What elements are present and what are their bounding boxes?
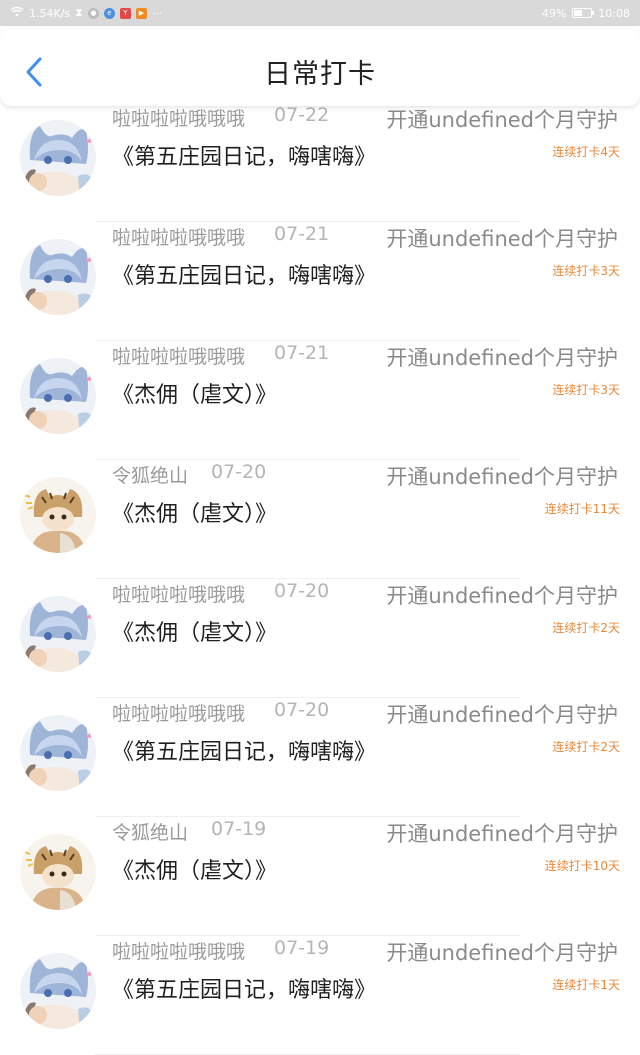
- avatar[interactable]: [20, 715, 96, 791]
- avatar[interactable]: [20, 834, 96, 910]
- checkin-date: 07-21: [274, 223, 330, 245]
- red-app-notification-icon: Y: [119, 7, 131, 19]
- guard-text: 开通undefined个月守护: [386, 703, 618, 727]
- avatar[interactable]: [20, 239, 96, 315]
- diary-title[interactable]: 《第五庄园日记，嗨嗐嗨》: [112, 734, 376, 766]
- checkin-date: 07-20: [274, 580, 330, 602]
- avatar[interactable]: [20, 120, 96, 196]
- streak-badge: 连续打卡4天: [552, 145, 620, 159]
- user-name[interactable]: 啦啦啦啦哦哦哦: [112, 699, 245, 726]
- user-name[interactable]: 令狐绝山: [112, 461, 188, 488]
- guard-text: 开通undefined个月守护: [386, 941, 618, 965]
- wifi-icon: [10, 6, 24, 20]
- guard-text: 开通undefined个月守护: [386, 108, 618, 132]
- avatar[interactable]: [20, 953, 96, 1029]
- checkin-date: 07-21: [274, 342, 330, 364]
- play-app-notification-icon: ▶: [135, 7, 147, 19]
- browser-notification-icon: e: [103, 7, 115, 19]
- row-divider: [95, 459, 520, 460]
- checkin-date: 07-19: [274, 937, 330, 959]
- user-name[interactable]: 啦啦啦啦哦哦哦: [112, 342, 245, 369]
- row-divider: [95, 935, 520, 936]
- checkin-row[interactable]: 啦啦啦啦哦哦哦 07-20 《第五庄园日记，嗨嗐嗨》 开通undefined个月守护连…: [0, 699, 640, 817]
- status-bar: 1.54K/s ⧗ ● e Y ▶ ··· 49% 10:08: [0, 0, 640, 26]
- diary-title[interactable]: 《杰佣（虐文）》: [112, 377, 277, 409]
- clock: 10:08: [598, 6, 630, 20]
- battery-icon: [572, 8, 595, 18]
- hourglass-icon: ⧗: [75, 6, 83, 19]
- page-header: 日常打卡: [0, 26, 640, 106]
- streak-badge: 连续打卡10天: [544, 859, 620, 873]
- checkin-row[interactable]: 令狐绝山 07-19 《杰佣（虐文）》 开通undefined个月守护连续打卡10天: [0, 818, 640, 936]
- guard-text: 开通undefined个月守护: [386, 227, 618, 251]
- streak-badge: 连续打卡2天: [552, 621, 620, 635]
- row-divider: [95, 697, 520, 698]
- user-name[interactable]: 啦啦啦啦哦哦哦: [112, 104, 245, 131]
- checkin-row[interactable]: 啦啦啦啦哦哦哦 07-19 《第五庄园日记，嗨嗐嗨》 开通undefined个月守护连…: [0, 937, 640, 1055]
- guard-text: 开通undefined个月守护: [386, 465, 618, 489]
- streak-badge: 连续打卡2天: [552, 740, 620, 754]
- user-name[interactable]: 令狐绝山: [112, 818, 188, 845]
- row-divider: [95, 578, 520, 579]
- battery-percent: 49%: [541, 6, 567, 20]
- diary-title[interactable]: 《杰佣（虐文）》: [112, 853, 277, 885]
- user-name[interactable]: 啦啦啦啦哦哦哦: [112, 937, 245, 964]
- checkin-row[interactable]: 啦啦啦啦哦哦哦 07-22 《第五庄园日记，嗨嗐嗨》 开通undefined个月守护连…: [0, 104, 640, 222]
- avatar[interactable]: [20, 358, 96, 434]
- streak-badge: 连续打卡3天: [552, 264, 620, 278]
- page-title: 日常打卡: [264, 59, 376, 90]
- more-notifications-icon: ···: [151, 6, 163, 20]
- avatar[interactable]: [20, 477, 96, 553]
- diary-title[interactable]: 《杰佣（虐文）》: [112, 615, 277, 647]
- checkin-row[interactable]: 啦啦啦啦哦哦哦 07-20 《杰佣（虐文）》 开通undefined个月守护连续打卡2…: [0, 580, 640, 698]
- checkin-row[interactable]: 啦啦啦啦哦哦哦 07-21 《第五庄园日记，嗨嗐嗨》 开通undefined个月守护连…: [0, 223, 640, 341]
- checkin-row[interactable]: 令狐绝山 07-20 《杰佣（虐文）》 开通undefined个月守护连续打卡11天: [0, 461, 640, 579]
- streak-badge: 连续打卡11天: [544, 502, 620, 516]
- checkin-row[interactable]: 啦啦啦啦哦哦哦 07-21 《杰佣（虐文）》 开通undefined个月守护连续打卡3…: [0, 342, 640, 460]
- network-speed: 1.54K/s: [29, 6, 71, 20]
- checkin-date: 07-20: [274, 699, 330, 721]
- diary-title[interactable]: 《第五庄园日记，嗨嗐嗨》: [112, 139, 376, 171]
- diary-title[interactable]: 《第五庄园日记，嗨嗐嗨》: [112, 258, 376, 290]
- avatar[interactable]: [20, 596, 96, 672]
- diary-title[interactable]: 《第五庄园日记，嗨嗐嗨》: [112, 972, 376, 1004]
- checkin-date: 07-20: [211, 461, 267, 483]
- guard-text: 开通undefined个月守护: [386, 584, 618, 608]
- streak-badge: 连续打卡3天: [552, 383, 620, 397]
- row-divider: [95, 221, 520, 222]
- streak-badge: 连续打卡1天: [552, 978, 620, 992]
- row-divider: [95, 816, 520, 817]
- app-notification-icon: ●: [87, 7, 99, 19]
- user-name[interactable]: 啦啦啦啦哦哦哦: [112, 223, 245, 250]
- diary-title[interactable]: 《杰佣（虐文）》: [112, 496, 277, 528]
- user-name[interactable]: 啦啦啦啦哦哦哦: [112, 580, 245, 607]
- guard-text: 开通undefined个月守护: [386, 822, 618, 846]
- guard-text: 开通undefined个月守护: [386, 346, 618, 370]
- checkin-date: 07-19: [211, 818, 267, 840]
- row-divider: [95, 340, 520, 341]
- checkin-date: 07-22: [274, 104, 330, 126]
